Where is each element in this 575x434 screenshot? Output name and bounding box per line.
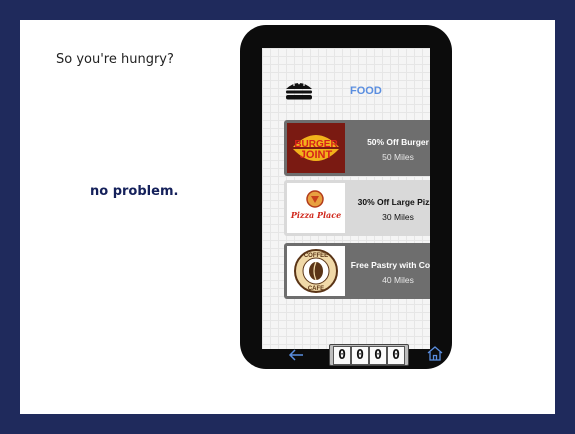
- tagline-text: no problem.: [90, 184, 179, 199]
- coffee-cafe-logo: COFFEE CAFE: [287, 246, 345, 296]
- offer-title: Free Pastry with Coffee: [350, 260, 430, 270]
- counter-digit: 0: [387, 345, 405, 365]
- offer-card-pizza[interactable]: Pizza Place 30% Off Large Pizza 30 Miles: [284, 180, 430, 236]
- offer-card-burger[interactable]: BURGER JOINT 50% Off Burger 50 Miles: [284, 120, 430, 176]
- counter-digit: 0: [369, 345, 387, 365]
- offer-title: 50% Off Burger: [367, 137, 429, 147]
- offer-distance: 40 Miles: [382, 275, 414, 285]
- svg-text:Pizza Place: Pizza Place: [290, 210, 341, 220]
- phone-screen: FOOD BURGER JOINT 50% Off Burger 50 Mile…: [262, 48, 430, 349]
- offer-distance: 50 Miles: [382, 152, 414, 162]
- counter-digit: 0: [333, 345, 351, 365]
- svg-text:JOINT: JOINT: [300, 149, 333, 161]
- counter-display: 0 0 0 0: [329, 344, 409, 366]
- offer-title: 30% Off Large Pizza: [357, 197, 430, 207]
- counter-digit: 0: [351, 345, 369, 365]
- header-title: FOOD: [350, 85, 382, 97]
- burger-icon[interactable]: [284, 78, 314, 102]
- home-icon[interactable]: [426, 345, 444, 362]
- offer-card-coffee[interactable]: COFFEE CAFE Free Pastry with Coffee 40 M…: [284, 243, 430, 299]
- offer-distance: 30 Miles: [382, 212, 414, 222]
- pizza-logo: Pizza Place: [287, 183, 345, 233]
- arrow-left-icon[interactable]: [288, 348, 304, 362]
- burger-joint-logo: BURGER JOINT: [287, 123, 345, 173]
- svg-text:CAFE: CAFE: [308, 286, 324, 292]
- intro-text: So you're hungry?: [56, 52, 174, 67]
- svg-text:COFFEE: COFFEE: [304, 253, 328, 259]
